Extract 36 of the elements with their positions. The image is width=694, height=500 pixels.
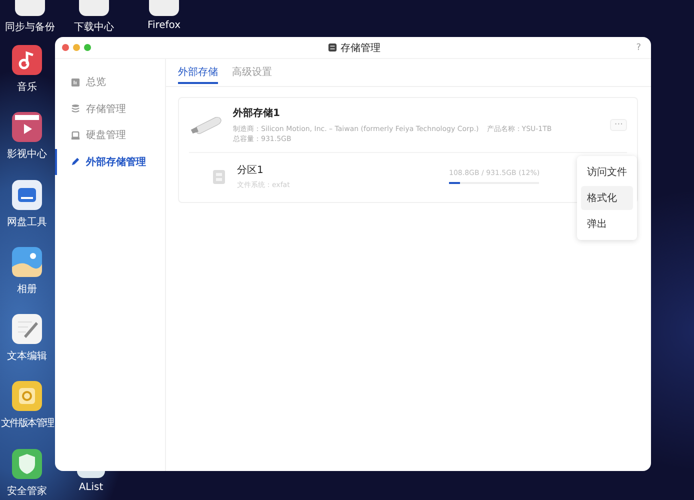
app-label[interactable]: 下载中心 — [74, 20, 114, 34]
app-icon[interactable] — [12, 45, 42, 75]
app-label[interactable]: 音乐 — [17, 80, 37, 94]
sidebar-item[interactable]: 存储管理 — [55, 96, 165, 122]
sidebar-item[interactable]: 硬盘管理 — [55, 122, 165, 148]
menu-item[interactable]: 弹出 — [581, 212, 633, 236]
partition-icon — [213, 170, 225, 184]
app-icon[interactable] — [77, 471, 105, 478]
menu-item[interactable]: 访问文件 — [581, 160, 633, 184]
app-icon[interactable] — [12, 112, 42, 142]
app-label[interactable]: Firefox — [147, 20, 181, 31]
app-icon[interactable] — [12, 448, 42, 479]
app-label[interactable]: AList — [78, 482, 104, 493]
nav-icon — [71, 104, 80, 114]
nav-icon — [71, 157, 80, 166]
app-icon[interactable] — [12, 180, 42, 210]
app-label[interactable]: 文件版本管理 — [1, 416, 54, 430]
nav-icon — [71, 130, 80, 140]
app-label[interactable]: 文本编辑 — [7, 349, 47, 364]
sidebar-item[interactable]: 总览 — [55, 69, 165, 96]
partition-name: 分区1 — [237, 164, 264, 177]
window-title: 存储管理 — [340, 42, 381, 54]
tab[interactable]: 外部存储 — [178, 62, 218, 84]
app-label[interactable]: 网盘工具 — [7, 214, 47, 229]
usb-drive-icon — [189, 115, 223, 135]
close-button[interactable] — [62, 44, 69, 51]
sidebar-item[interactable]: 外部存储管理 — [55, 148, 165, 175]
nav-icon — [71, 78, 80, 87]
app-label[interactable]: 影视中心 — [7, 147, 47, 162]
app-icon[interactable] — [12, 246, 42, 277]
menu-item[interactable]: 格式化 — [581, 186, 633, 210]
app-label[interactable]: 安全管家 — [7, 484, 47, 498]
app-label[interactable]: 同步与备份 — [5, 20, 55, 34]
device-name: 外部存储1 — [233, 106, 281, 120]
storage-app-icon — [328, 43, 337, 52]
app-label[interactable]: 相册 — [17, 282, 37, 296]
